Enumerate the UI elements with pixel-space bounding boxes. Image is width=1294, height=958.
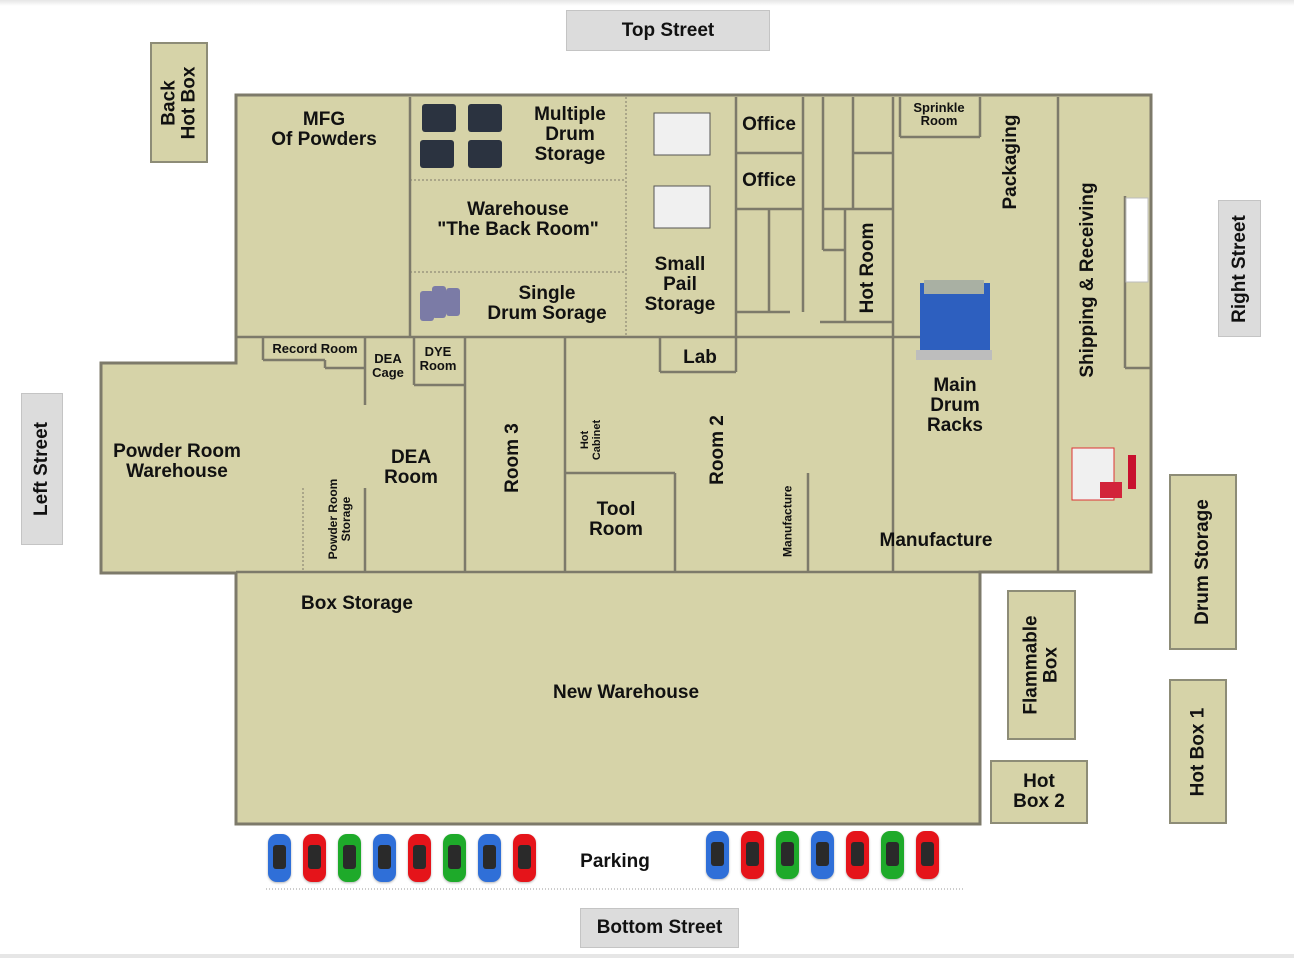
car-red-icon	[513, 834, 536, 882]
car-roof	[483, 845, 496, 869]
room-tool-room[interactable]: Tool Room	[576, 500, 656, 540]
building-floor	[99, 93, 1153, 826]
room-office-2[interactable]: Office	[737, 171, 801, 191]
room-warehouse-back-room[interactable]: Warehouse "The Back Room"	[418, 200, 618, 240]
room-main-drum-racks[interactable]: Main Drum Racks	[910, 376, 1000, 436]
car-roof	[518, 845, 531, 869]
back-hot-box[interactable]: Back Hot Box	[150, 42, 208, 163]
room-3[interactable]: Room 3	[502, 408, 527, 508]
room-mfg-powders[interactable]: MFG Of Powders	[262, 110, 386, 150]
room-manufacture[interactable]: Manufacture	[870, 531, 1002, 551]
car-blue-icon	[706, 831, 729, 879]
drum-rack-icon	[916, 280, 992, 360]
hot-box-1[interactable]: Hot Box 1	[1169, 679, 1227, 824]
car-roof	[816, 842, 829, 866]
room-dea-room[interactable]: DEA Room	[370, 448, 452, 488]
car-red-icon	[741, 831, 764, 879]
car-blue-icon	[268, 834, 291, 882]
car-roof	[273, 845, 286, 869]
room-small-pail-storage[interactable]: Small Pail Storage	[636, 255, 724, 315]
car-roof	[921, 842, 934, 866]
room-2[interactable]: Room 2	[707, 400, 732, 500]
room-record-room[interactable]: Record Room	[266, 342, 364, 356]
car-green-icon	[443, 834, 466, 882]
car-green-icon	[881, 831, 904, 879]
room-office-1[interactable]: Office	[737, 115, 801, 135]
flammable-box[interactable]: Flammable Box	[1007, 590, 1076, 740]
drum-storage-box[interactable]: Drum Storage	[1169, 474, 1237, 650]
room-lab[interactable]: Lab	[670, 348, 730, 368]
car-roof	[886, 842, 899, 866]
hot-box-2[interactable]: Hot Box 2	[990, 760, 1088, 824]
room-shipping-receiving[interactable]: Shipping & Receiving	[1077, 180, 1102, 380]
room-sprinkle-room[interactable]: Sprinkle Room	[902, 101, 976, 127]
room-packaging[interactable]: Packaging	[1000, 112, 1025, 212]
car-red-icon	[408, 834, 431, 882]
room-hot-room[interactable]: Hot Room	[857, 218, 882, 318]
room-new-warehouse[interactable]: New Warehouse	[540, 683, 712, 703]
car-red-icon	[846, 831, 869, 879]
car-roof	[378, 845, 391, 869]
room-powder-room-warehouse[interactable]: Powder Room Warehouse	[104, 442, 250, 482]
car-red-icon	[303, 834, 326, 882]
car-blue-icon	[373, 834, 396, 882]
car-red-icon	[916, 831, 939, 879]
car-roof	[308, 845, 321, 869]
car-green-icon	[776, 831, 799, 879]
car-roof	[413, 845, 426, 869]
room-hot-cabinet[interactable]: Hot Cabinet	[579, 410, 603, 470]
room-single-drum-storage[interactable]: Single Drum Sorage	[476, 284, 618, 324]
room-manufacture-small[interactable]: Manufacture	[781, 476, 795, 566]
room-multiple-drum-storage[interactable]: Multiple Drum Storage	[520, 105, 620, 165]
car-roof	[851, 842, 864, 866]
single-drums-icon	[420, 286, 460, 321]
room-powder-room-storage[interactable]: Powder Room Storage	[326, 464, 353, 574]
stairs	[1125, 197, 1149, 283]
car-green-icon	[338, 834, 361, 882]
car-roof	[746, 842, 759, 866]
car-roof	[711, 842, 724, 866]
room-dye-room[interactable]: DYE Room	[415, 345, 461, 372]
car-blue-icon	[811, 831, 834, 879]
parking-label: Parking	[580, 851, 650, 872]
car-blue-icon	[478, 834, 501, 882]
car-roof	[448, 845, 461, 869]
room-dea-cage[interactable]: DEA Cage	[366, 352, 410, 379]
car-roof	[781, 842, 794, 866]
car-roof	[343, 845, 356, 869]
room-box-storage[interactable]: Box Storage	[290, 594, 424, 614]
